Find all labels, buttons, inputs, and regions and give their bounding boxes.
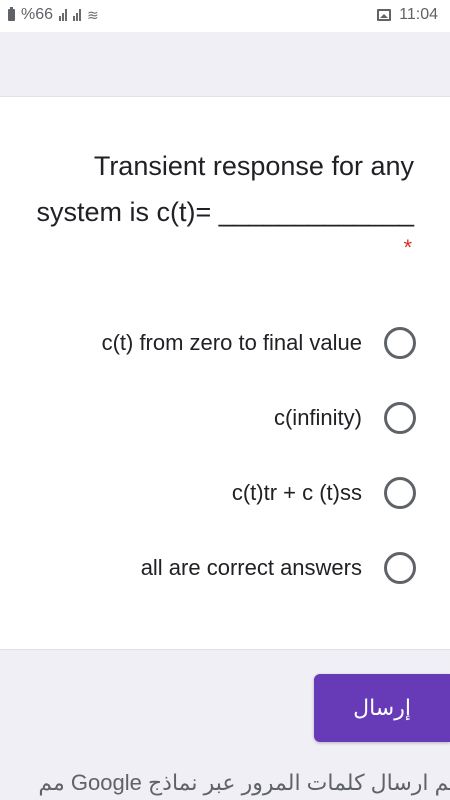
option-label: all are correct answers <box>140 555 362 580</box>
question-card: Transient response for any _____________… <box>0 96 450 650</box>
option-3[interactable]: c(t)tr + c (t)ss <box>16 471 416 515</box>
question-title: Transient response for any _____________… <box>14 143 414 235</box>
signal-icon <box>59 9 68 21</box>
footer-notice: لم ارسال كلمات المرور عبر نماذج Google م… <box>38 770 450 795</box>
radio-button[interactable] <box>384 477 416 509</box>
status-left: %66 ≋ <box>8 6 99 24</box>
required-asterisk: * <box>403 235 412 260</box>
status-right: 11:04 <box>377 6 438 24</box>
question-line-2: _____________ =system is c(t) <box>36 197 414 227</box>
form-background-top <box>0 32 450 96</box>
radio-button[interactable] <box>384 327 416 359</box>
radio-button[interactable] <box>384 402 416 434</box>
option-label: c(t)tr + c (t)ss <box>231 480 362 505</box>
submit-button[interactable]: إرسال <box>314 674 450 742</box>
option-2[interactable]: c(infinity) <box>16 396 416 440</box>
option-1[interactable]: c(t) from zero to final value <box>16 321 416 365</box>
option-label: c(infinity) <box>273 405 362 430</box>
option-4[interactable]: all are correct answers <box>16 546 416 590</box>
clock: 11:04 <box>399 6 438 23</box>
image-notification-icon <box>377 9 392 21</box>
status-bar: %66 ≋ 11:04 <box>0 0 450 32</box>
wifi-icon: ≋ <box>87 6 99 23</box>
signal-icon-2 <box>73 9 82 21</box>
option-label: c(t) from zero to final value <box>101 330 362 355</box>
question-line-1: Transient response for any <box>93 151 414 181</box>
battery-icon <box>8 7 15 21</box>
radio-button[interactable] <box>384 552 416 584</box>
battery-percentage: %66 <box>21 6 54 23</box>
